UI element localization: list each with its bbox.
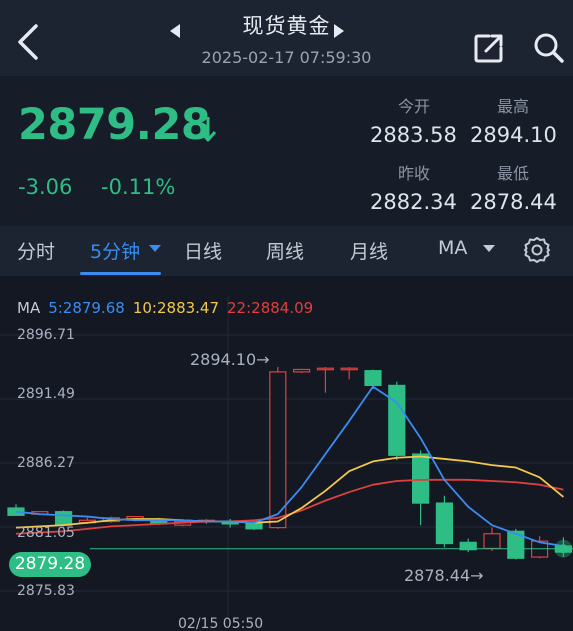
y-tick-label: 2881.05: [17, 525, 75, 541]
y-tick-label: 2886.27: [17, 455, 75, 471]
tab-intraday[interactable]: 分时: [17, 237, 55, 264]
chevron-down-icon[interactable]: [149, 245, 161, 253]
last-price: 2879.28: [18, 100, 211, 150]
ma-legend: MA 5:2879.68 10:2883.47 22:2884.09: [17, 299, 321, 317]
active-tab-indicator: [80, 272, 161, 275]
y-tick-label: 2875.83: [17, 583, 75, 599]
gear-icon[interactable]: [523, 236, 551, 264]
kline-plot: [0, 296, 573, 616]
prev-close-value: 2882.34: [370, 190, 457, 214]
ma5-legend: 5:2879.68: [48, 299, 125, 317]
high-label: 最高: [497, 97, 530, 116]
candle-body: [364, 370, 382, 386]
candle-body: [435, 502, 453, 545]
candle-body: [54, 511, 73, 526]
low-label: 最低: [497, 164, 530, 183]
tab-5min[interactable]: 5分钟: [90, 237, 140, 264]
ma22-line: [15, 478, 564, 535]
x-axis-label: 02/15 05:50: [178, 616, 264, 631]
ma10-legend: 10:2883.47: [132, 299, 220, 317]
chevron-down-icon[interactable]: [483, 245, 495, 253]
candle-body: [245, 522, 263, 530]
last-price-dot: [558, 544, 568, 554]
candle-body: [316, 367, 334, 371]
share-icon[interactable]: [473, 32, 505, 64]
open-value: 2883.58: [370, 123, 457, 147]
tab-daily[interactable]: 日线: [184, 237, 222, 264]
next-triangle-icon[interactable]: [332, 22, 346, 40]
price-change-percent: -0.11%: [101, 175, 176, 199]
search-icon[interactable]: [533, 32, 565, 64]
low-annotation: 2878.44→: [404, 566, 484, 585]
current-price-tag: 2879.28: [9, 552, 91, 577]
ma22-legend: 22:2884.09: [227, 299, 314, 317]
tab-monthly[interactable]: 月线: [350, 237, 388, 264]
high-annotation: 2894.10→: [190, 350, 270, 369]
candle-body: [412, 453, 430, 504]
y-tick-label: 2896.71: [17, 327, 75, 343]
prev-close-label: 昨收: [398, 164, 431, 183]
candle-body: [388, 384, 406, 456]
low-value: 2878.44: [470, 190, 557, 214]
ma-legend-title: MA: [17, 299, 41, 317]
page-title: 现货黄金: [242, 14, 331, 38]
candle-body: [483, 533, 501, 550]
tab-ma[interactable]: MA: [438, 237, 467, 259]
high-value: 2894.10: [470, 123, 557, 147]
candle-body: [293, 368, 311, 373]
price-change: -3.06: [18, 175, 73, 199]
y-tick-label: 2891.49: [17, 386, 75, 402]
tab-weekly[interactable]: 周线: [266, 237, 304, 264]
down-arrow-icon: [199, 117, 217, 142]
candle-body: [269, 371, 287, 529]
open-label: 今开: [398, 97, 431, 116]
candle-body: [340, 367, 358, 371]
